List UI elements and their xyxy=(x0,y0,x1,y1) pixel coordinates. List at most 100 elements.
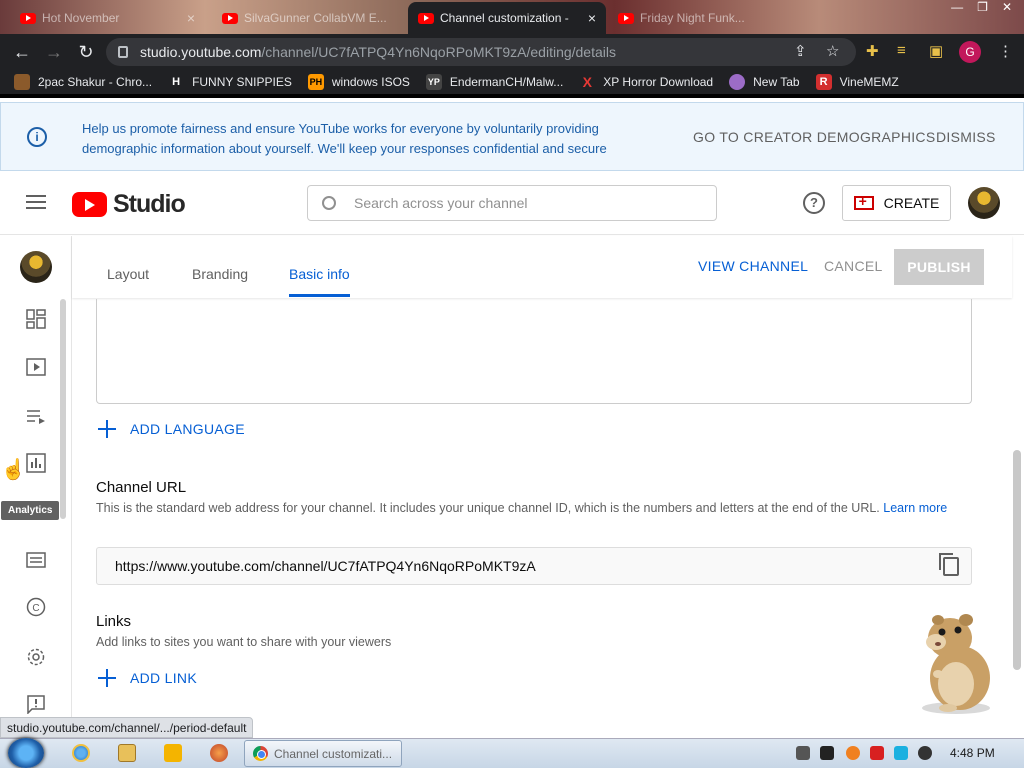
back-icon[interactable]: ← xyxy=(6,42,38,63)
close-window-icon[interactable]: ✕ xyxy=(1002,0,1012,20)
create-button[interactable]: CREATE xyxy=(842,185,951,221)
search-input[interactable]: Search across your channel xyxy=(307,185,717,221)
hand-cursor-icon: ☝ xyxy=(1,459,26,481)
bookmark[interactable]: X XP Horror Download xyxy=(579,74,714,90)
sidepanel-icon[interactable]: ▣ xyxy=(929,42,943,60)
tab-title: Friday Night Funk... xyxy=(640,11,745,25)
cancel-button[interactable]: CANCEL xyxy=(824,258,883,274)
bookmark-label: XP Horror Download xyxy=(603,75,714,89)
bookmark[interactable]: 2pac Shakur - Chro... xyxy=(14,74,152,90)
tray-icon[interactable] xyxy=(918,746,932,760)
start-button[interactable] xyxy=(8,738,44,768)
banner-message: Help us promote fairness and ensure YouT… xyxy=(82,121,607,156)
add-language-button[interactable]: ADD LANGUAGE xyxy=(98,420,245,438)
plus-icon xyxy=(98,669,116,687)
extensions-icon[interactable]: ✚ xyxy=(866,42,879,60)
creator-demographics-button[interactable]: GO TO CREATOR DEMOGRAPHICS xyxy=(693,129,935,145)
taskbar-clock[interactable]: 4:48 PM xyxy=(950,746,995,760)
bookmark[interactable]: PH windows ISOS xyxy=(307,74,410,90)
create-video-icon xyxy=(853,193,874,210)
url-path: /channel/UC7fATPQ4Yn6NqoRPoMKT9zA/editin… xyxy=(261,44,616,60)
browser-tab[interactable]: Hot November × xyxy=(10,2,205,34)
address-bar[interactable]: studio.youtube.com/channel/UC7fATPQ4Yn6N… xyxy=(106,38,856,66)
playlists-icon[interactable] xyxy=(26,406,46,426)
youtube-logo-icon xyxy=(72,192,107,217)
yp-icon: YP xyxy=(425,74,442,90)
studio-logo-text: Studio xyxy=(113,190,186,218)
settings-icon[interactable] xyxy=(26,647,46,667)
customization-header: Layout Branding Basic info VIEW CHANNEL … xyxy=(72,236,1012,298)
tab-title: Hot November xyxy=(42,11,120,25)
dismiss-button[interactable]: DISMISS xyxy=(936,129,996,145)
share-icon[interactable]: ⇪ xyxy=(794,42,807,60)
hamburger-menu-icon[interactable] xyxy=(26,195,46,209)
studio-logo[interactable]: Studio xyxy=(72,190,186,219)
bookmark[interactable]: R VineMEMZ xyxy=(815,74,899,90)
publish-button[interactable]: PUBLISH xyxy=(894,249,984,285)
tray-icon[interactable] xyxy=(796,746,810,760)
tray-icon[interactable] xyxy=(894,746,908,760)
channel-url-value[interactable]: https://www.youtube.com/channel/UC7fATPQ… xyxy=(115,558,536,574)
bookmark-label: VineMEMZ xyxy=(839,75,899,89)
x-icon: X xyxy=(582,74,592,90)
tray-icon[interactable] xyxy=(820,746,834,760)
feedback-icon[interactable] xyxy=(26,694,46,714)
tab-basic-info[interactable]: Basic info xyxy=(289,266,350,282)
active-tab-indicator xyxy=(289,294,350,297)
copy-icon[interactable] xyxy=(939,553,959,576)
h-icon: H xyxy=(172,76,181,88)
url-domain: studio.youtube.com xyxy=(140,44,262,60)
profile-avatar[interactable]: G xyxy=(959,41,981,63)
learn-more-link[interactable]: Learn more xyxy=(883,501,947,515)
browser-tab-active[interactable]: Channel customization - × xyxy=(408,2,606,34)
tab-title: SilvaGunner CollabVM E... xyxy=(244,11,387,25)
bookmark[interactable]: H FUNNY SNIPPIES xyxy=(168,74,292,90)
add-link-label: ADD LINK xyxy=(130,670,197,686)
internet-explorer-icon[interactable] xyxy=(72,744,90,762)
channel-url-description-text: This is the standard web address for you… xyxy=(96,501,880,515)
menu-dots-icon[interactable]: ⋮ xyxy=(998,42,1013,60)
tab-branding[interactable]: Branding xyxy=(192,266,248,282)
media-icon[interactable]: ≡ xyxy=(897,42,906,59)
content-icon[interactable] xyxy=(26,357,46,377)
tab-layout[interactable]: Layout xyxy=(107,266,149,282)
bookmark[interactable]: YP EndermanCH/Malw... xyxy=(425,74,564,90)
copyright-icon[interactable]: C xyxy=(26,597,46,617)
bookmark-star-icon[interactable]: ☆ xyxy=(826,42,839,60)
comments-icon[interactable] xyxy=(26,550,46,570)
search-placeholder: Search across your channel xyxy=(354,195,528,211)
demographics-banner: i Help us promote fairness and ensure Yo… xyxy=(0,102,1024,171)
close-icon[interactable]: × xyxy=(588,10,596,26)
bookmark-label: EndermanCH/Malw... xyxy=(449,75,564,89)
browser-tab[interactable]: SilvaGunner CollabVM E... xyxy=(212,2,407,34)
reload-icon[interactable]: ↻ xyxy=(70,42,102,63)
add-link-button[interactable]: ADD LINK xyxy=(98,669,197,687)
taskbar-window-title: Channel customizati... xyxy=(274,746,393,761)
description-textarea[interactable] xyxy=(96,299,972,404)
browser-tab[interactable]: Friday Night Funk... xyxy=(608,2,803,34)
restore-icon[interactable]: ❐ xyxy=(977,0,988,20)
help-icon[interactable]: ? xyxy=(803,192,825,214)
ph-icon: PH xyxy=(307,74,324,90)
tray-icon[interactable] xyxy=(870,746,884,760)
dashboard-icon[interactable] xyxy=(26,309,46,329)
taskbar-chrome-window[interactable]: Channel customizati... xyxy=(244,740,402,767)
view-channel-button[interactable]: VIEW CHANNEL xyxy=(698,258,808,274)
minimize-icon[interactable]: — xyxy=(951,0,963,20)
forward-icon[interactable]: → xyxy=(38,42,70,63)
sidebar-scrollbar[interactable] xyxy=(60,299,66,519)
analytics-icon[interactable] xyxy=(26,453,46,473)
media-player-icon[interactable] xyxy=(164,744,182,762)
bookmark[interactable]: New Tab xyxy=(729,74,800,90)
app-icon[interactable] xyxy=(210,744,228,762)
folder-icon[interactable] xyxy=(118,744,136,762)
tab-title: Channel customization - xyxy=(440,11,569,25)
tray-icon[interactable] xyxy=(846,746,860,760)
account-avatar[interactable] xyxy=(968,187,1000,219)
main-scrollbar[interactable] xyxy=(1013,450,1021,670)
add-language-label: ADD LANGUAGE xyxy=(130,421,245,437)
bookmark-label: FUNNY SNIPPIES xyxy=(192,75,292,89)
channel-avatar[interactable] xyxy=(20,251,52,283)
close-icon[interactable]: × xyxy=(187,10,195,26)
link-status-bar: studio.youtube.com/channel/.../period-de… xyxy=(0,717,254,738)
